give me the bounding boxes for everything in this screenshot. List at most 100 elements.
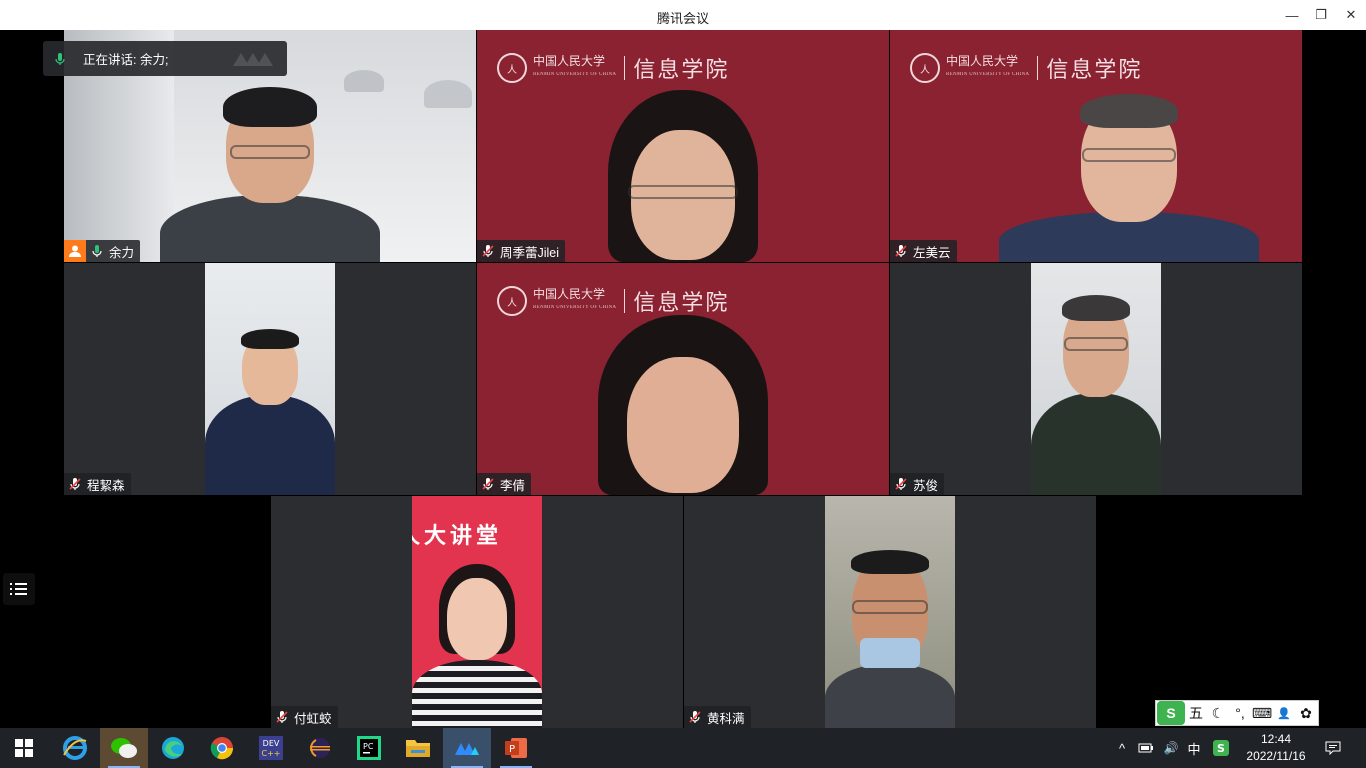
video-tile[interactable]: 黄科满	[684, 496, 1096, 728]
sogou-tray-button[interactable]: S	[1210, 728, 1232, 768]
notification-icon	[1325, 741, 1341, 755]
video-tile[interactable]: 人大讲堂 付虹蛟	[271, 496, 683, 728]
participant-name-tag: 余力	[64, 240, 141, 262]
participant-name: 付虹蛟	[294, 711, 332, 726]
mic-on-icon	[55, 52, 65, 65]
skin-icon[interactable]: ✿	[1295, 705, 1317, 722]
mic-muted-icon	[482, 478, 494, 490]
mic-muted-icon	[276, 711, 288, 723]
participant-video	[998, 92, 1259, 262]
participant-name: 程絜森	[87, 478, 125, 493]
chrome-icon	[210, 737, 234, 760]
battery-button[interactable]	[1136, 728, 1156, 768]
window-title: 腾讯会议	[656, 11, 709, 26]
taskbar-app-pycharm[interactable]: PC	[345, 728, 393, 768]
university-name: 中国人民大学	[533, 287, 606, 301]
wechat-icon	[111, 738, 137, 758]
taskbar-app-eclipse[interactable]	[296, 728, 344, 768]
participant-video	[563, 315, 803, 495]
input-language-label: 中	[1187, 741, 1201, 757]
pycharm-icon: PC	[357, 736, 381, 760]
participant-name-tag: 付虹蛟	[271, 706, 338, 728]
video-tile[interactable]: 人 中国人民大学 RENMIN UNIVERSITY OF CHINA 信息学院 …	[890, 30, 1302, 262]
restore-button[interactable]: ❐	[1306, 0, 1336, 30]
video-tile[interactable]: 苏俊	[890, 263, 1302, 495]
windows-icon	[15, 739, 33, 757]
university-name-en: RENMIN UNIVERSITY OF CHINA	[533, 72, 617, 77]
participant-name-tag: 李倩	[477, 473, 532, 495]
participant-name-tag: 苏俊	[890, 473, 945, 495]
minimize-button[interactable]: —	[1277, 0, 1307, 30]
participant-name-tag: 左美云	[890, 240, 957, 262]
restore-icon: ❐	[1315, 7, 1327, 22]
mic-muted-icon	[895, 478, 907, 490]
college-name: 信息学院	[633, 57, 730, 82]
university-seal: 人	[497, 286, 527, 316]
minimize-icon: —	[1285, 7, 1299, 23]
taskbar-clock[interactable]: 12:44 2022/11/16	[1236, 731, 1316, 765]
participant-video	[205, 263, 335, 495]
speaking-indicator: 正在讲话: 余力;	[43, 41, 287, 76]
participant-list-button[interactable]	[3, 573, 35, 605]
participant-name: 黄科满	[707, 711, 745, 726]
start-button[interactable]	[0, 728, 48, 768]
chevron-up-icon: ^	[1118, 740, 1126, 756]
list-icon	[10, 583, 27, 595]
close-icon: ✕	[1345, 7, 1357, 22]
university-name: 中国人民大学	[946, 54, 1019, 68]
university-name-en: RENMIN UNIVERSITY OF CHINA	[533, 305, 617, 310]
dev-cpp-icon: DEVC++	[259, 736, 283, 760]
svg-text:PC: PC	[363, 742, 374, 751]
tray-overflow-button[interactable]: ^	[1112, 728, 1132, 768]
internet-explorer-icon	[63, 736, 87, 760]
clock-date: 2022/11/16	[1246, 749, 1306, 763]
punctuation-toggle[interactable]: °,	[1229, 705, 1251, 721]
svg-text:S: S	[1217, 742, 1225, 755]
participant-video	[1031, 263, 1161, 495]
host-icon	[64, 240, 86, 262]
user-icon[interactable]: 👤	[1273, 707, 1295, 720]
folder-icon	[406, 740, 430, 757]
university-name: 中国人民大学	[533, 54, 606, 68]
tencent-meeting-icon	[455, 743, 479, 755]
participant-name: 李倩	[500, 478, 526, 493]
title-bar: 腾讯会议 — ❐ ✕	[0, 0, 1366, 30]
video-tile[interactable]: 人 中国人民大学 RENMIN UNIVERSITY OF CHINA 信息学院 …	[477, 263, 889, 495]
sogou-icon: S	[1213, 740, 1229, 756]
volume-button[interactable]: 🔊	[1160, 728, 1182, 768]
video-tile[interactable]: 人 中国人民大学 RENMIN UNIVERSITY OF CHINA 信息学院 …	[477, 30, 889, 262]
participant-name: 苏俊	[913, 478, 939, 493]
taskbar-app-wechat[interactable]	[100, 728, 148, 768]
taskbar-app-file-explorer[interactable]	[394, 728, 442, 768]
college-name: 信息学院	[1046, 57, 1143, 82]
background-banner: 人 中国人民大学 RENMIN UNIVERSITY OF CHINA 信息学院	[497, 52, 729, 84]
moon-icon[interactable]: ☾	[1207, 705, 1229, 722]
mic-on-icon	[92, 245, 102, 257]
notifications-button[interactable]	[1320, 728, 1346, 768]
taskbar-app-edge[interactable]	[149, 728, 197, 768]
keyboard-icon[interactable]: ⌨	[1251, 705, 1273, 722]
svg-text:C++: C++	[262, 749, 281, 758]
volume-icon: 🔊	[1163, 741, 1179, 755]
taskbar-app-powerpoint[interactable]: P	[492, 728, 540, 768]
video-tile[interactable]: 程絜森	[64, 263, 476, 495]
powerpoint-icon: P	[505, 738, 527, 758]
mic-muted-icon	[482, 245, 494, 257]
input-language-button[interactable]: 中	[1184, 728, 1204, 768]
sogou-logo-icon[interactable]: S	[1157, 701, 1185, 725]
close-button[interactable]: ✕	[1336, 0, 1366, 30]
mic-muted-icon	[895, 245, 907, 257]
university-seal: 人	[910, 53, 940, 83]
participant-name-tag: 周季蕾Jilei	[477, 240, 566, 262]
participant-video: 人大讲堂	[412, 496, 542, 728]
taskbar-app-devcpp[interactable]: DEV C++	[247, 728, 295, 768]
eclipse-icon	[310, 738, 330, 758]
taskbar: DEV C++ PC P ^ 🔊 中 S 12:44 2022/11/16	[0, 728, 1366, 768]
university-seal: 人	[497, 53, 527, 83]
background-banner: 人 中国人民大学 RENMIN UNIVERSITY OF CHINA 信息学院	[910, 52, 1142, 84]
taskbar-app-ie[interactable]	[51, 728, 99, 768]
taskbar-app-tencent-meeting[interactable]	[443, 728, 491, 768]
input-mode-toggle[interactable]: 五	[1185, 703, 1207, 723]
participant-name-tag: 程絜森	[64, 473, 131, 495]
taskbar-app-chrome[interactable]	[198, 728, 246, 768]
